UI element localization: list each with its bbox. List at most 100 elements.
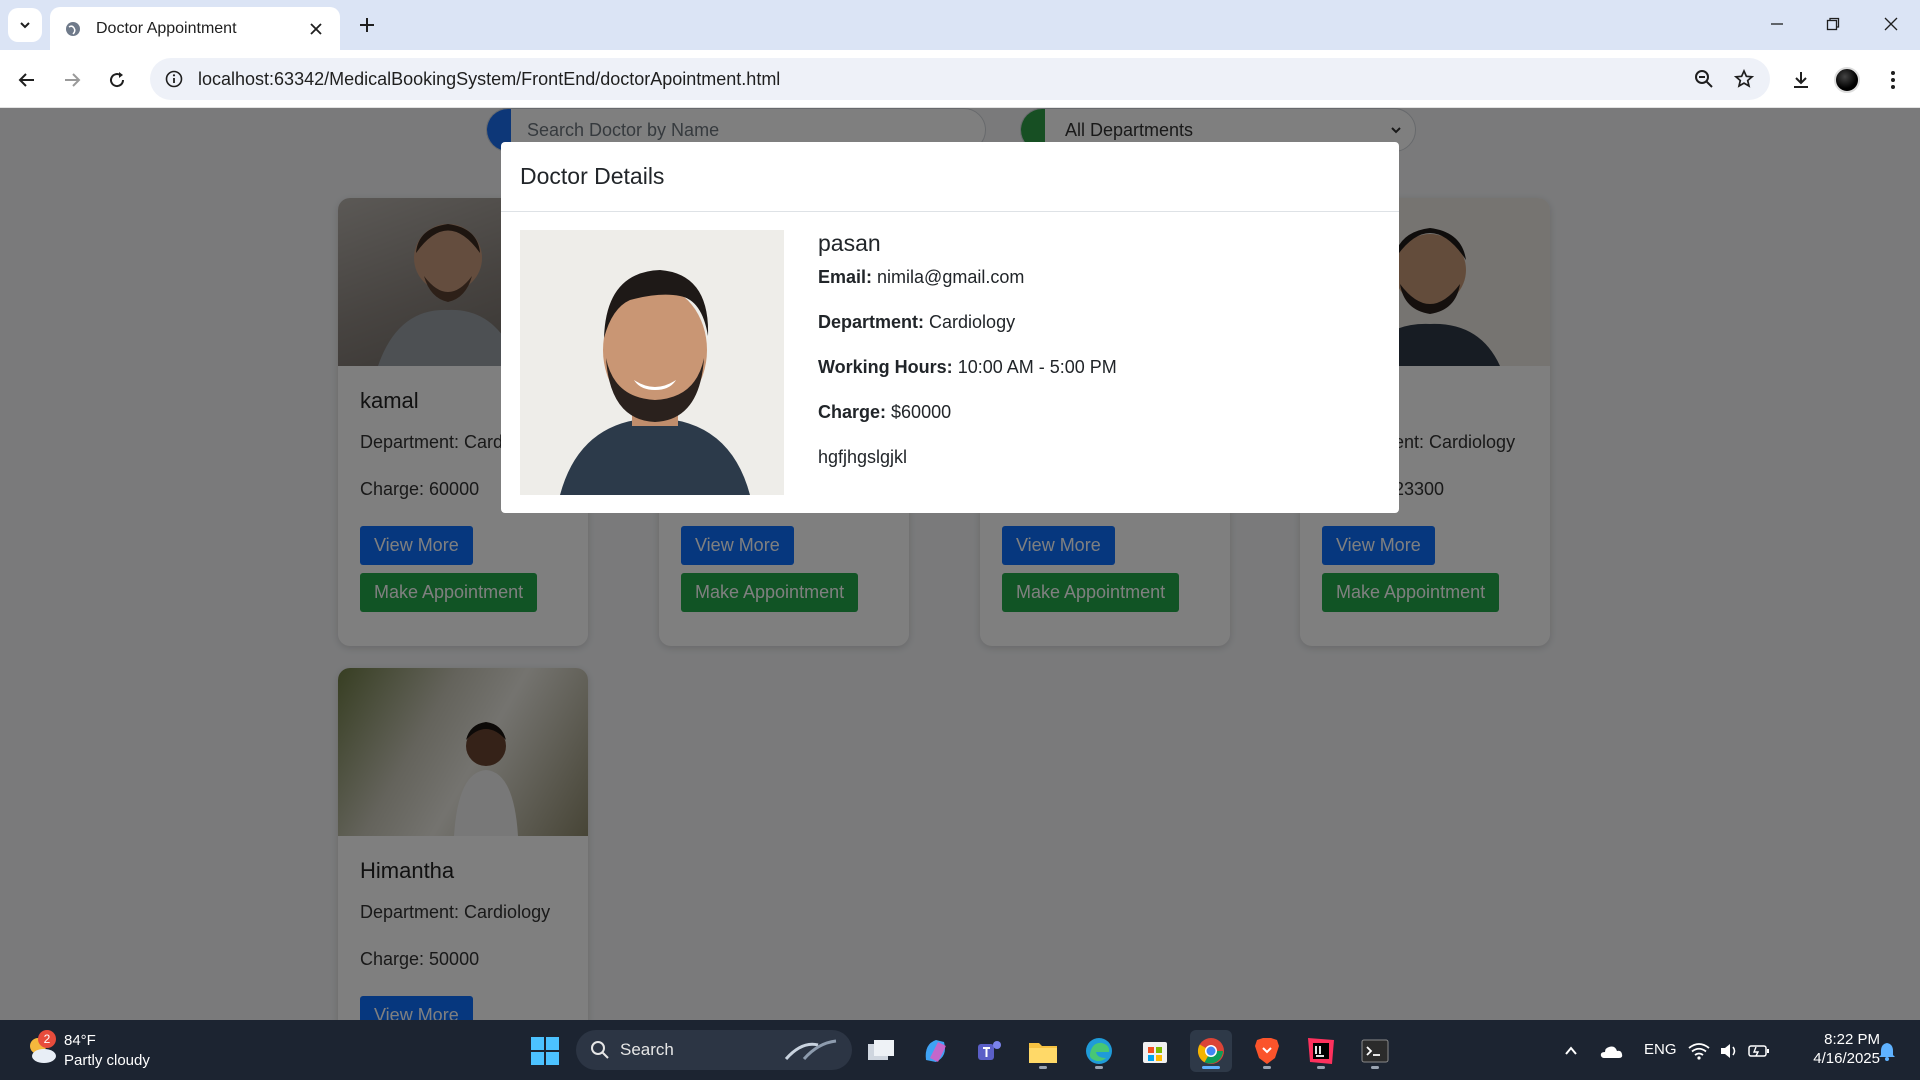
active-indicator xyxy=(1202,1066,1220,1069)
running-indicator xyxy=(1371,1066,1379,1069)
tab-search-button[interactable] xyxy=(8,8,42,42)
doctor-photo xyxy=(520,230,784,495)
brave-icon xyxy=(1255,1038,1279,1064)
reload-icon xyxy=(110,72,125,88)
clock-time: 8:22 PM xyxy=(1824,1031,1880,1048)
more-vertical-icon xyxy=(1891,71,1895,89)
department-row: Department: Cardiology xyxy=(818,312,1117,333)
copilot-icon xyxy=(925,1040,946,1062)
running-indicator xyxy=(1317,1066,1325,1069)
show-hidden-icons-button[interactable] xyxy=(1550,1030,1592,1072)
bookmark-star-icon[interactable] xyxy=(1724,58,1764,100)
globe-icon xyxy=(64,20,82,38)
edge-app[interactable] xyxy=(1078,1030,1120,1072)
speaker-icon xyxy=(1721,1044,1736,1058)
weather-description: Partly cloudy xyxy=(64,1052,150,1069)
restore-button[interactable] xyxy=(1808,6,1858,42)
onedrive-button[interactable] xyxy=(1590,1030,1632,1072)
running-indicator xyxy=(1263,1066,1271,1069)
intellij-app[interactable] xyxy=(1300,1030,1342,1072)
terminal-icon xyxy=(1361,1039,1389,1063)
doctor-details-modal: Doctor Details pasan Email: nimila@gmail… xyxy=(501,142,1399,513)
store-icon xyxy=(1143,1042,1167,1063)
arrow-left-icon xyxy=(18,73,34,87)
modal-header: Doctor Details xyxy=(501,142,1399,212)
avatar xyxy=(1834,67,1860,93)
task-view-icon xyxy=(868,1040,894,1060)
chevron-down-icon xyxy=(20,22,30,29)
search-highlight-icon xyxy=(784,1039,837,1061)
browser-tab-active[interactable]: Doctor Appointment xyxy=(50,7,340,50)
file-explorer-app[interactable] xyxy=(1022,1030,1064,1072)
search-icon xyxy=(591,1041,609,1059)
windows-logo-icon xyxy=(531,1037,559,1065)
arrow-right-icon xyxy=(65,73,81,87)
volume-status[interactable] xyxy=(1714,1030,1744,1072)
working-hours-row: Working Hours: 10:00 AM - 5:00 PM xyxy=(818,357,1117,378)
chrome-app[interactable] xyxy=(1190,1030,1232,1072)
battery-icon xyxy=(1748,1045,1769,1057)
close-icon xyxy=(1884,17,1898,31)
folder-icon xyxy=(1029,1043,1057,1063)
charge-value: $60000 xyxy=(891,402,952,422)
url-text[interactable]: localhost:63342/MedicalBookingSystem/Fro… xyxy=(198,69,1684,90)
system-clock[interactable]: 8:22 PM 4/16/2025 xyxy=(1790,1030,1880,1068)
zoom-icon[interactable] xyxy=(1684,58,1724,100)
running-indicator xyxy=(1039,1066,1047,1069)
teams-app[interactable] xyxy=(968,1030,1010,1072)
forward-button[interactable] xyxy=(56,64,88,96)
weather-temperature: 84°F xyxy=(64,1032,96,1049)
charge-label: Charge: xyxy=(818,402,887,422)
doctor-name: pasan xyxy=(818,230,881,256)
edge-icon xyxy=(1086,1038,1112,1064)
taskbar-search-label: Search xyxy=(620,1040,674,1059)
restore-icon xyxy=(1826,17,1840,31)
copilot-app[interactable] xyxy=(914,1030,956,1072)
cloud-icon xyxy=(1600,1046,1623,1058)
doctor-info: pasan Email: nimila@gmail.com Department… xyxy=(818,230,1117,492)
plus-icon xyxy=(360,18,374,32)
email-label: Email: xyxy=(818,267,873,287)
browser-menu-button[interactable] xyxy=(1876,63,1910,97)
wifi-status[interactable] xyxy=(1684,1030,1714,1072)
wifi-icon xyxy=(1688,1043,1710,1060)
intellij-icon xyxy=(1308,1038,1334,1064)
weather-badge: 2 xyxy=(38,1030,56,1048)
running-indicator xyxy=(1095,1066,1103,1069)
close-tab-icon[interactable] xyxy=(306,19,326,39)
minimize-button[interactable] xyxy=(1752,6,1802,42)
back-button[interactable] xyxy=(11,64,43,96)
download-icon xyxy=(1794,72,1808,88)
terminal-app[interactable] xyxy=(1354,1030,1396,1072)
teams-icon xyxy=(978,1041,1001,1060)
taskbar-search[interactable]: Search xyxy=(576,1030,852,1070)
working-hours-value: 10:00 AM - 5:00 PM xyxy=(957,357,1117,377)
notifications-button[interactable] xyxy=(1872,1030,1902,1072)
department-value: Cardiology xyxy=(929,312,1016,332)
doctor-description: hgfjhgslgjkl xyxy=(818,447,908,467)
browser-toolbar: localhost:63342/MedicalBookingSystem/Fro… xyxy=(0,50,1920,108)
email-row: Email: nimila@gmail.com xyxy=(818,267,1117,288)
tab-title: Doctor Appointment xyxy=(96,19,237,37)
close-window-button[interactable] xyxy=(1866,6,1916,42)
profile-button[interactable] xyxy=(1830,63,1864,97)
bell-icon xyxy=(1879,1043,1895,1061)
address-bar[interactable]: localhost:63342/MedicalBookingSystem/Fro… xyxy=(150,58,1770,100)
new-tab-button[interactable] xyxy=(352,10,382,40)
brave-app[interactable] xyxy=(1246,1030,1288,1072)
battery-status[interactable] xyxy=(1744,1030,1774,1072)
task-view-button[interactable] xyxy=(860,1030,902,1072)
reload-button[interactable] xyxy=(101,64,133,96)
microsoft-store-app[interactable] xyxy=(1134,1030,1176,1072)
clock-date: 4/16/2025 xyxy=(1813,1050,1880,1067)
working-hours-label: Working Hours: xyxy=(818,357,953,377)
chrome-icon xyxy=(1197,1038,1224,1064)
weather-widget[interactable]: 2 84°F Partly cloudy xyxy=(20,1028,160,1072)
start-button[interactable] xyxy=(524,1030,566,1072)
department-label: Department: xyxy=(818,312,925,332)
downloads-button[interactable] xyxy=(1784,63,1818,97)
modal-title: Doctor Details xyxy=(520,163,665,189)
input-language[interactable]: ENG xyxy=(1644,1041,1677,1058)
site-info-icon[interactable] xyxy=(154,58,194,100)
browser-tab-bar: Doctor Appointment xyxy=(0,0,1920,50)
